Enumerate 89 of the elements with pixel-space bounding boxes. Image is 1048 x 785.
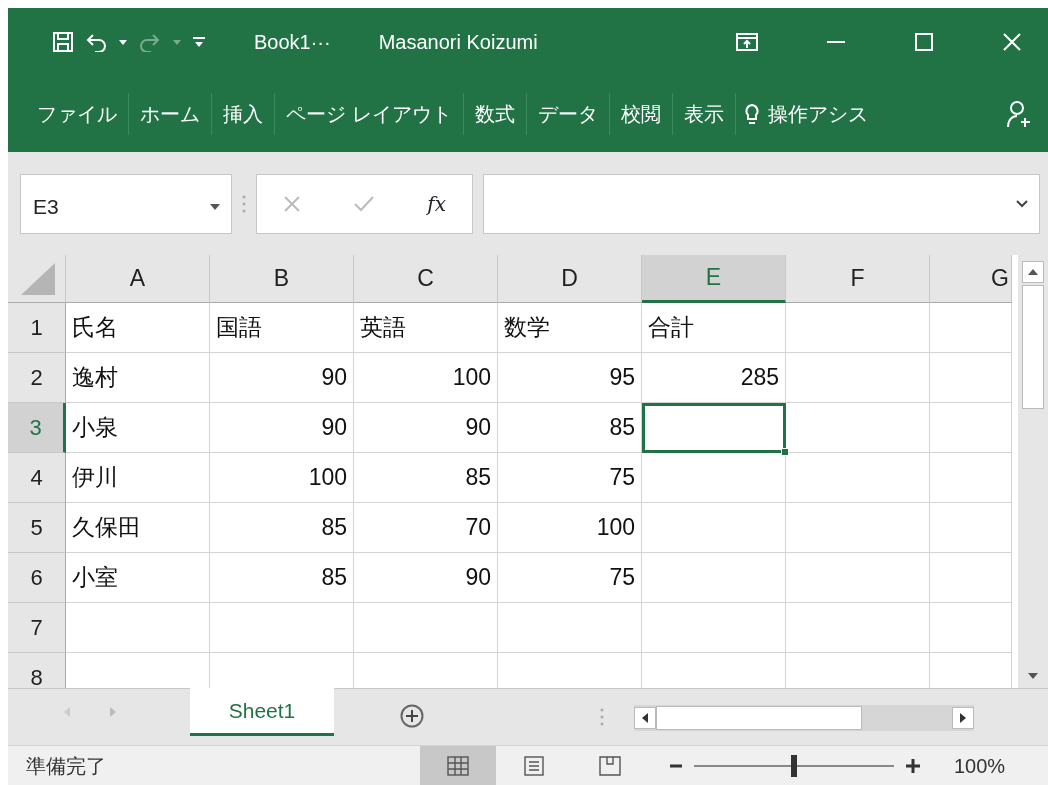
- page-layout-icon: [523, 755, 545, 776]
- page-break-icon: [599, 755, 621, 776]
- tell-me-field[interactable]: 操作アシス: [743, 98, 868, 129]
- table-cell[interactable]: 100: [498, 503, 642, 553]
- customize-icon[interactable]: [192, 34, 206, 49]
- row-header[interactable]: 6: [8, 553, 66, 603]
- scroll-down-icon[interactable]: [1027, 672, 1039, 680]
- zoom-level[interactable]: 100%: [954, 750, 1006, 781]
- row-header[interactable]: 3: [8, 403, 66, 453]
- table-cell[interactable]: 100: [354, 353, 498, 403]
- user-name: Masanori Koizumi: [378, 29, 538, 55]
- column-header[interactable]: G: [930, 255, 1012, 303]
- table-cell[interactable]: 95: [498, 353, 642, 403]
- scroll-right-icon[interactable]: [960, 713, 966, 723]
- caret-icon[interactable]: [118, 37, 128, 46]
- normal-view-icon: [447, 755, 469, 776]
- table-cell[interactable]: [642, 403, 786, 453]
- table-cell[interactable]: 小泉: [66, 403, 210, 453]
- column-header[interactable]: E: [642, 255, 786, 303]
- table-cell[interactable]: 90: [354, 553, 498, 603]
- add-sheet-icon[interactable]: [400, 704, 424, 728]
- ribbon-tab[interactable]: ホーム: [129, 92, 212, 135]
- undo-icon[interactable]: [84, 31, 108, 52]
- row-header[interactable]: 4: [8, 453, 66, 503]
- table-cell[interactable]: 75: [498, 553, 642, 603]
- ribbon-tab[interactable]: ファイル: [26, 92, 129, 135]
- column-header[interactable]: A: [66, 255, 210, 303]
- table-cell[interactable]: 285: [642, 353, 786, 403]
- table-cell[interactable]: 小室: [66, 553, 210, 603]
- name-box[interactable]: E3: [20, 173, 232, 234]
- table-cell[interactable]: 100: [210, 453, 354, 503]
- table-cell[interactable]: 伊川: [66, 453, 210, 503]
- ribbon-tab[interactable]: 挿入: [212, 92, 275, 135]
- table-cell[interactable]: 逸村: [66, 353, 210, 403]
- table-cell[interactable]: 70: [354, 503, 498, 553]
- ribbon-tab[interactable]: 校閲: [609, 92, 673, 135]
- table-cell[interactable]: 英語: [354, 303, 498, 353]
- column-header[interactable]: C: [354, 255, 498, 303]
- table-cell[interactable]: 90: [210, 353, 354, 403]
- table-cell[interactable]: 合計: [642, 303, 786, 353]
- expand-icon[interactable]: [1015, 199, 1029, 208]
- formula-field[interactable]: [483, 173, 1040, 234]
- sheet-tab[interactable]: Sheet1: [190, 688, 334, 736]
- cancel-icon[interactable]: [283, 194, 302, 213]
- table-cell[interactable]: 90: [354, 403, 498, 453]
- scroll-up-icon[interactable]: [1027, 268, 1039, 276]
- zoom-in-icon[interactable]: [906, 758, 920, 773]
- row-header[interactable]: 7: [8, 603, 66, 653]
- column-header[interactable]: D: [498, 255, 642, 303]
- table-cell[interactable]: 国語: [210, 303, 354, 353]
- status-text: 準備完了: [26, 753, 106, 779]
- select-all-button[interactable]: [8, 255, 66, 303]
- lightbulb-icon: [743, 102, 760, 125]
- maximize-icon[interactable]: [914, 31, 934, 52]
- fill-handle[interactable]: [781, 448, 789, 456]
- ribbon-tab[interactable]: データ: [526, 92, 610, 135]
- window-title: Book1···: [254, 29, 331, 55]
- ribbon-tab[interactable]: 数式: [463, 92, 527, 135]
- caret-icon: [209, 202, 221, 211]
- table-cell[interactable]: 氏名: [66, 303, 210, 353]
- table-cell[interactable]: 85: [354, 453, 498, 503]
- row-header[interactable]: 5: [8, 503, 66, 553]
- column-header[interactable]: B: [210, 255, 354, 303]
- row-header[interactable]: 1: [8, 303, 66, 353]
- share-icon[interactable]: [1006, 99, 1032, 128]
- save-icon[interactable]: [52, 30, 74, 53]
- table-cell[interactable]: 数学: [498, 303, 642, 353]
- slider-thumb[interactable]: [791, 754, 797, 777]
- zoom-out-icon[interactable]: [670, 763, 682, 768]
- scroll-thumb[interactable]: [1022, 285, 1044, 409]
- column-header[interactable]: F: [786, 255, 930, 303]
- table-cell[interactable]: 85: [210, 503, 354, 553]
- insert-function-button[interactable]: fx: [427, 188, 446, 219]
- normal-view-button[interactable]: [420, 745, 496, 785]
- table-cell[interactable]: 85: [210, 553, 354, 603]
- row-header[interactable]: 2: [8, 353, 66, 403]
- row-header[interactable]: 8: [8, 653, 66, 688]
- ribbon-display-icon[interactable]: [736, 32, 758, 51]
- close-icon[interactable]: [1002, 31, 1022, 52]
- scroll-thumb[interactable]: [656, 706, 862, 730]
- table-cell[interactable]: 85: [498, 403, 642, 453]
- table-cell[interactable]: 90: [210, 403, 354, 453]
- grip-icon: [600, 707, 604, 727]
- ribbon-tab[interactable]: ページ レイアウト: [275, 92, 464, 135]
- check-icon[interactable]: [353, 194, 376, 213]
- table-cell[interactable]: 75: [498, 453, 642, 503]
- ribbon-tab[interactable]: 表示: [672, 92, 736, 135]
- table-cell[interactable]: 久保田: [66, 503, 210, 553]
- scroll-left-icon[interactable]: [642, 713, 648, 723]
